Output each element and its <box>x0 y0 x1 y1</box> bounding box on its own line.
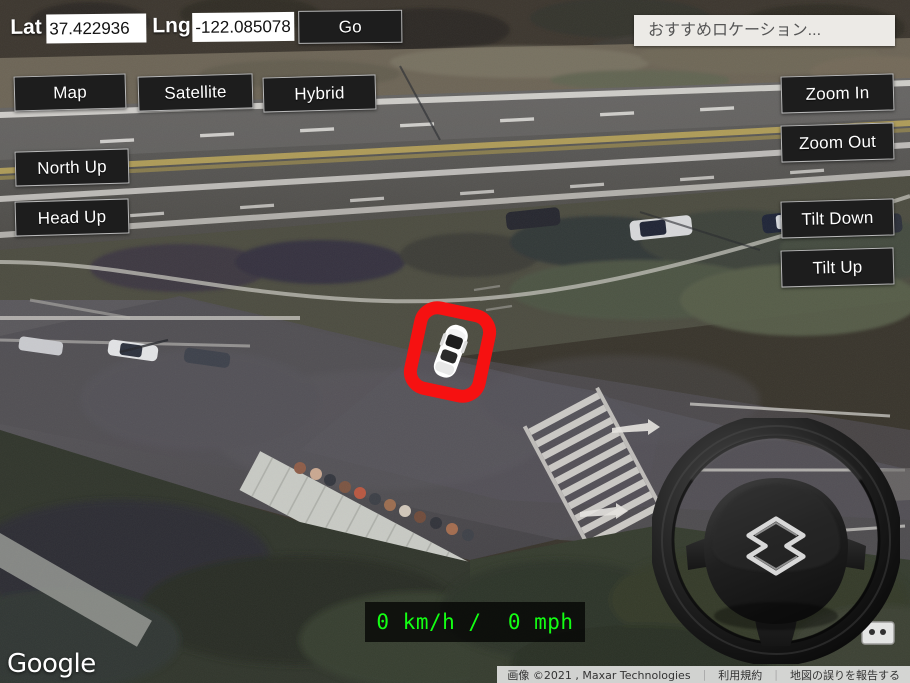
speed-readout: 0 km/h / 0 mph <box>365 602 585 642</box>
map-application: Lat Lng Go Map Satellite Hybrid North Up… <box>0 0 910 683</box>
lng-label: Lng <box>152 14 191 38</box>
lat-label: Lat <box>10 15 42 39</box>
map-type-button-satellite[interactable]: Satellite <box>137 73 254 112</box>
map-type-button-hybrid[interactable]: Hybrid <box>262 74 377 113</box>
map-type-button-map[interactable]: Map <box>13 73 127 112</box>
orientation-button-north-up[interactable]: North Up <box>14 148 130 187</box>
tilt-down-button[interactable]: Tilt Down <box>780 198 895 239</box>
zoom-out-button[interactable]: Zoom Out <box>780 122 895 163</box>
google-logo: Google <box>7 649 96 679</box>
go-button[interactable]: Go <box>298 9 403 44</box>
report-map-error-link[interactable]: 地図の誤りを報告する <box>784 667 906 683</box>
zoom-in-button[interactable]: Zoom In <box>780 73 895 114</box>
orientation-button-head-up[interactable]: Head Up <box>14 198 130 237</box>
lat-input[interactable] <box>46 13 147 44</box>
attribution-separator-1: | <box>702 668 707 681</box>
imagery-attribution: 画像 ©2021 , Maxar Technologies <box>507 668 691 682</box>
search-input[interactable] <box>634 15 895 46</box>
tilt-up-button[interactable]: Tilt Up <box>780 247 895 288</box>
lng-input[interactable] <box>192 11 295 42</box>
attribution-separator-2: | <box>774 668 778 681</box>
attribution-bar: 画像 ©2021 , Maxar Technologies | 利用規約 | 地… <box>497 666 910 683</box>
satellite-imagery <box>0 0 910 683</box>
map-canvas[interactable] <box>0 0 910 683</box>
terms-of-use-link[interactable]: 利用規約 <box>712 667 768 683</box>
